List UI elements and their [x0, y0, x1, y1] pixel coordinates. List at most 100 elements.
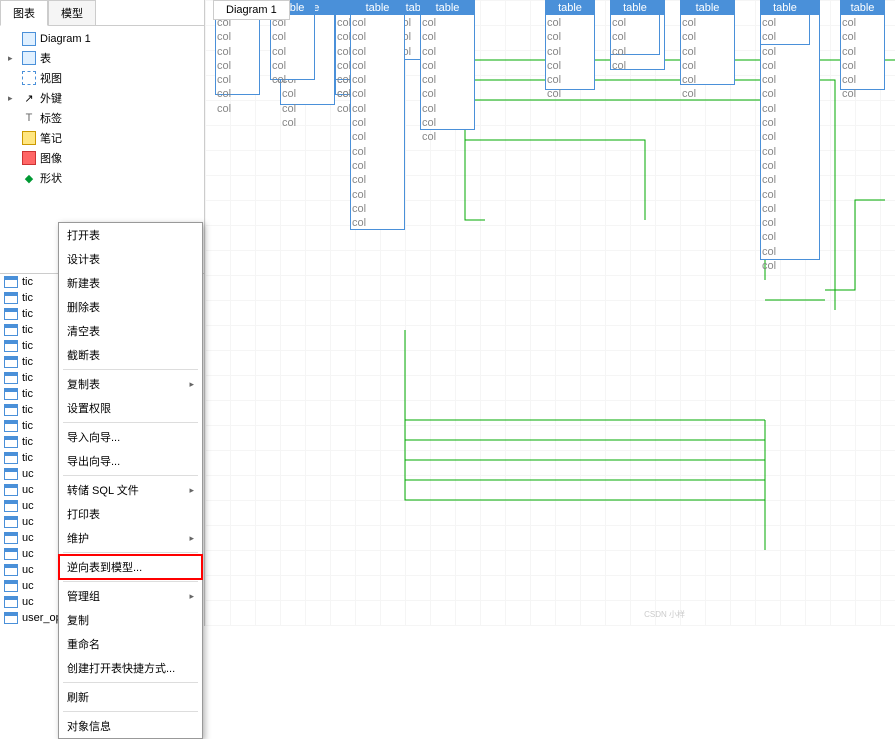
tree-label: Diagram 1	[40, 33, 91, 45]
table-icon	[4, 420, 18, 432]
menu-reverse-to-model[interactable]: 逆向表到模型...	[59, 555, 202, 579]
tree-layers[interactable]: ≣ 层	[4, 188, 200, 193]
diagram-icon	[22, 32, 36, 46]
table-name: uc	[22, 468, 34, 480]
table-icon	[4, 340, 18, 352]
tree-labels[interactable]: T 标签	[4, 108, 200, 128]
menu-copy-table[interactable]: 复制表▸	[59, 372, 202, 396]
menu-refresh[interactable]: 刷新	[59, 685, 202, 709]
table-name: tic	[22, 324, 33, 336]
sidebar-tabs: 图表 模型	[0, 0, 204, 26]
tree-label: 表	[40, 50, 51, 66]
menu-copy[interactable]: 复制	[59, 608, 202, 632]
submenu-arrow-icon: ▸	[189, 485, 194, 496]
submenu-arrow-icon: ▸	[189, 591, 194, 602]
table-name: uc	[22, 500, 34, 512]
fk-icon: ↗	[22, 91, 36, 105]
table-icon	[4, 580, 18, 592]
tree-label: 图像	[40, 150, 62, 166]
menu-empty-table[interactable]: 清空表	[59, 319, 202, 343]
entity-box[interactable]: tablecolcolcolcolcolcol	[545, 0, 595, 90]
object-tree: Diagram 1 ▸ 表 视图 ▸↗ 外键 T 标签 笔记	[0, 26, 204, 193]
menu-dump-sql[interactable]: 转储 SQL 文件▸	[59, 478, 202, 502]
table-name: uc	[22, 564, 34, 576]
menu-print-table[interactable]: 打印表	[59, 502, 202, 526]
table-name: tic	[22, 372, 33, 384]
menu-design-table[interactable]: 设计表	[59, 247, 202, 271]
menu-open-table[interactable]: 打开表	[59, 223, 202, 247]
table-icon	[4, 532, 18, 544]
tree-label: 形状	[40, 170, 62, 186]
entity-box[interactable]: tablecolcolcolcolcolcolcolcolcolcolcolco…	[350, 0, 405, 230]
tree-tables[interactable]: ▸ 表	[4, 48, 200, 68]
watermark: CSDN 小样	[644, 609, 685, 620]
table-name: tic	[22, 388, 33, 400]
note-icon	[22, 131, 36, 145]
tree-views[interactable]: 视图	[4, 68, 200, 88]
menu-delete-table[interactable]: 删除表	[59, 295, 202, 319]
menu-maintenance[interactable]: 维护▸	[59, 526, 202, 550]
tree-notes[interactable]: 笔记	[4, 128, 200, 148]
menu-create-shortcut[interactable]: 创建打开表快捷方式...	[59, 656, 202, 680]
tree-images[interactable]: 图像	[4, 148, 200, 168]
tab-model[interactable]: 模型	[48, 0, 96, 25]
entity-box[interactable]: tablecolcolcolcolcolcol	[840, 0, 885, 90]
table-icon	[4, 324, 18, 336]
menu-import-wizard[interactable]: 导入向导...	[59, 425, 202, 449]
tree-fk[interactable]: ▸↗ 外键	[4, 88, 200, 108]
table-icon	[4, 516, 18, 528]
context-menu: 打开表 设计表 新建表 删除表 清空表 截断表 复制表▸ 设置权限 导入向导..…	[58, 222, 203, 739]
menu-rename[interactable]: 重命名	[59, 632, 202, 656]
tree-label: 层	[40, 190, 51, 193]
table-name: tic	[22, 356, 33, 368]
tree-label: 外键	[40, 90, 62, 106]
table-icon	[4, 356, 18, 368]
image-icon	[22, 151, 36, 165]
table-icon	[4, 276, 18, 288]
menu-separator	[63, 475, 198, 476]
tree-label: 笔记	[40, 130, 62, 146]
menu-manage-group[interactable]: 管理组▸	[59, 584, 202, 608]
tab-diagram[interactable]: 图表	[0, 0, 48, 26]
menu-separator	[63, 552, 198, 553]
table-icon	[4, 372, 18, 384]
tree-diagram1[interactable]: Diagram 1	[4, 30, 200, 48]
table-name: tic	[22, 452, 33, 464]
table-icon	[4, 292, 18, 304]
table-name: tic	[22, 276, 33, 288]
table-icon	[4, 308, 18, 320]
table-name: tic	[22, 308, 33, 320]
table-icon	[4, 404, 18, 416]
table-icon	[4, 500, 18, 512]
table-name: uc	[22, 548, 34, 560]
canvas-tab[interactable]: Diagram 1	[213, 0, 290, 20]
table-name: tic	[22, 436, 33, 448]
submenu-arrow-icon: ▸	[189, 533, 194, 544]
menu-object-info[interactable]: 对象信息	[59, 714, 202, 738]
menu-set-permissions[interactable]: 设置权限	[59, 396, 202, 420]
table-icon	[4, 436, 18, 448]
entity-box[interactable]: tablecolcolcol	[610, 0, 660, 55]
diagram-canvas[interactable]: Diagram 1 tablecolcolcolcolcol tablecolc…	[205, 0, 895, 626]
tree-shapes[interactable]: ◆ 形状	[4, 168, 200, 188]
table-name: uc	[22, 516, 34, 528]
entity-box[interactable]: tablecolcol	[760, 0, 810, 45]
table-name: tic	[22, 292, 33, 304]
table-name: uc	[22, 596, 34, 608]
table-name: uc	[22, 580, 34, 592]
table-icon	[4, 596, 18, 608]
table-icon	[4, 564, 18, 576]
table-name: tic	[22, 340, 33, 352]
label-icon: T	[22, 111, 36, 125]
entity-box[interactable]: tablecolcolcolcolcolcol	[680, 0, 735, 85]
menu-separator	[63, 711, 198, 712]
table-icon	[4, 484, 18, 496]
submenu-arrow-icon: ▸	[189, 379, 194, 390]
menu-new-table[interactable]: 新建表	[59, 271, 202, 295]
menu-truncate-table[interactable]: 截断表	[59, 343, 202, 367]
table-name: tic	[22, 404, 33, 416]
entity-box[interactable]: tablecolcolcolcolcolcolcolcolcol	[420, 0, 475, 130]
table-icon	[4, 612, 18, 624]
menu-export-wizard[interactable]: 导出向导...	[59, 449, 202, 473]
table-name: uc	[22, 532, 34, 544]
